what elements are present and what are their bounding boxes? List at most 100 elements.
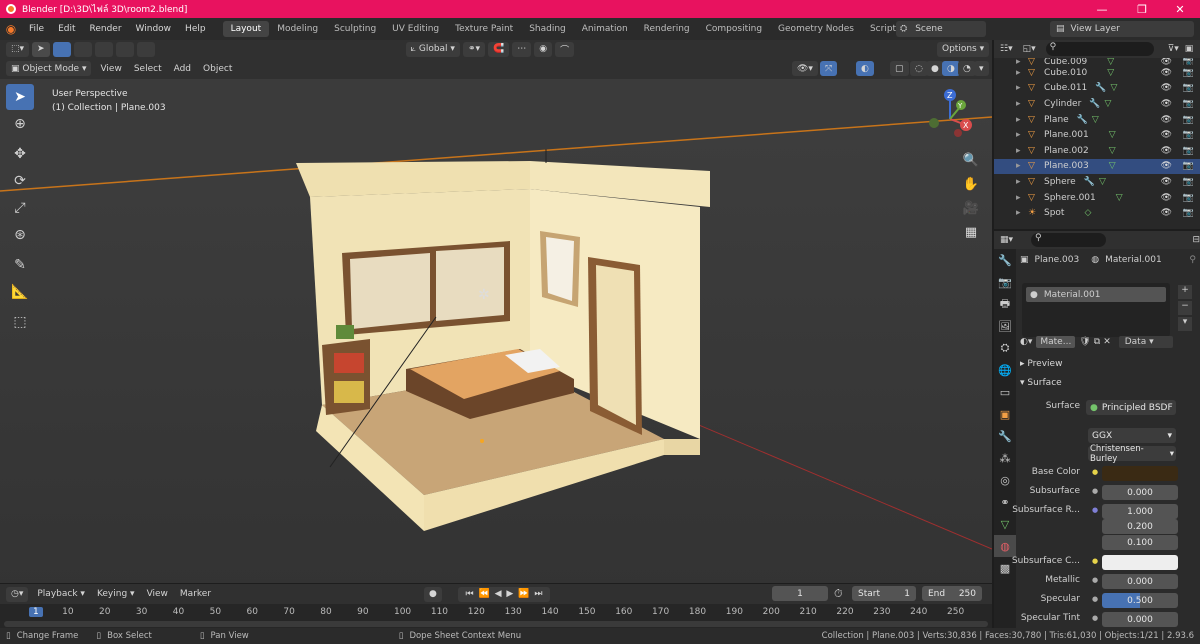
outliner-row[interactable]: ▸ ▽ Cube.010 ▽ 👁 📷 bbox=[994, 65, 1200, 81]
prev-key-icon[interactable]: ⏪ bbox=[478, 589, 489, 599]
modifier-tab-icon[interactable]: 🔧 bbox=[994, 425, 1016, 447]
tab-rendering[interactable]: Rendering bbox=[636, 21, 698, 37]
menu-keying[interactable]: Keying ▾ bbox=[91, 589, 141, 599]
render-camera-icon[interactable]: 📷 bbox=[1183, 99, 1194, 109]
select-mode-intersect-icon[interactable] bbox=[136, 41, 155, 57]
pin-icon[interactable]: ⊟ bbox=[1192, 235, 1200, 245]
outliner-row[interactable]: ▸ ▽ Sphere.001 ▽ 👁 📷 bbox=[994, 190, 1200, 206]
menu-marker[interactable]: Marker bbox=[174, 589, 217, 599]
tool-tab-icon[interactable]: 🔧 bbox=[994, 249, 1016, 271]
eye-icon[interactable]: 👁 bbox=[1161, 146, 1172, 156]
preview-panel-header[interactable]: ▸ Preview bbox=[1020, 359, 1062, 369]
select-mode-extend-icon[interactable] bbox=[73, 41, 92, 57]
material-slot-item[interactable]: ● Material.001 bbox=[1026, 287, 1166, 302]
menu-select[interactable]: Select bbox=[128, 64, 168, 74]
outliner-row[interactable]: ▸ ▽ Plane.002 ▽ 👁 📷 bbox=[994, 143, 1200, 159]
add-cube-tool-icon[interactable]: ⬚ bbox=[6, 309, 34, 335]
options-dropdown[interactable]: Options ▾ bbox=[937, 41, 990, 57]
scale-tool-icon[interactable]: ⤢ bbox=[6, 195, 34, 221]
tab-modeling[interactable]: Modeling bbox=[269, 21, 326, 37]
render-camera-icon[interactable]: 📷 bbox=[1183, 193, 1194, 203]
tab-shading[interactable]: Shading bbox=[521, 21, 574, 37]
bsdf-value-field[interactable]: 0.100 bbox=[1102, 535, 1178, 550]
distribution-dropdown[interactable]: GGX ▾ bbox=[1088, 428, 1176, 443]
camera-view-icon[interactable]: 🎥 bbox=[958, 197, 984, 219]
minimize-button[interactable]: — bbox=[1082, 0, 1122, 18]
move-tool-icon[interactable]: ✥ bbox=[6, 141, 34, 167]
bsdf-value-field[interactable]: 0.000 bbox=[1102, 485, 1178, 500]
perspective-grid-icon[interactable]: ▦ bbox=[958, 221, 984, 243]
tab-geometry-nodes[interactable]: Geometry Nodes bbox=[770, 21, 862, 37]
transform-tool-icon[interactable]: ⊛ bbox=[6, 222, 34, 248]
jump-end-icon[interactable]: ⏭ bbox=[534, 589, 542, 599]
menu-object[interactable]: Object bbox=[197, 64, 238, 74]
outliner-row[interactable]: ▸ ▽ Plane.003 ▽ 👁 📷 bbox=[994, 158, 1200, 175]
tab-layout[interactable]: Layout bbox=[222, 21, 270, 37]
tab-compositing[interactable]: Compositing bbox=[698, 21, 770, 37]
outliner-row[interactable]: ▸ ▽ Plane 🔧 ▽ 👁 📷 bbox=[994, 112, 1200, 128]
data-tab-icon[interactable]: ▽ bbox=[994, 513, 1016, 535]
eye-icon[interactable]: 👁 bbox=[1161, 68, 1172, 78]
3d-viewport[interactable]: ✲ Z X Y 🔍 ✋ 🎥 ▦ bbox=[0, 79, 992, 583]
outliner-editor-icon[interactable]: ☷▾ bbox=[1000, 44, 1013, 54]
render-camera-icon[interactable]: 📷 bbox=[1183, 161, 1194, 171]
menu-view[interactable]: View bbox=[94, 64, 127, 74]
shading-options-icon[interactable]: ▾ bbox=[974, 61, 989, 76]
select-box-tool-icon[interactable]: ➤ bbox=[6, 84, 34, 110]
outliner-row[interactable]: ▸ ☀ Spot ◇ 👁 📷 bbox=[994, 205, 1200, 221]
expand-arrow-icon[interactable]: ▸ bbox=[1016, 115, 1021, 125]
eye-icon[interactable]: 👁 bbox=[1161, 83, 1172, 93]
surface-shader-field[interactable]: ● Principled BSDF bbox=[1086, 400, 1176, 415]
pin-icon[interactable]: ⚲ bbox=[1189, 255, 1196, 265]
end-frame-field[interactable]: End 250 bbox=[922, 586, 982, 601]
maximize-button[interactable]: ❐ bbox=[1122, 0, 1162, 18]
mode-dropdown[interactable]: ▣ Object Mode ▾ bbox=[6, 61, 92, 76]
editor-type-icon[interactable]: ⬚▾ bbox=[6, 41, 30, 57]
menu-file[interactable]: File bbox=[22, 24, 51, 34]
expand-arrow-icon[interactable]: ▸ bbox=[1016, 83, 1021, 93]
proportional-edit-icon[interactable]: ◉ bbox=[534, 41, 553, 57]
gizmo-toggle-icon[interactable]: ⤧ bbox=[820, 61, 838, 76]
expand-arrow-icon[interactable]: ▸ bbox=[1016, 146, 1021, 156]
outliner-row[interactable]: ▸ ▽ Sphere 🔧 ▽ 👁 📷 bbox=[994, 174, 1200, 190]
menu-edit[interactable]: Edit bbox=[51, 24, 82, 34]
measure-tool-icon[interactable]: 📐 bbox=[6, 279, 34, 305]
expand-arrow-icon[interactable]: ▸ bbox=[1016, 177, 1021, 187]
tab-texture-paint[interactable]: Texture Paint bbox=[447, 21, 521, 37]
material-browse-icon[interactable]: ◐▾ bbox=[1020, 337, 1032, 347]
xray-toggle-icon[interactable]: ▢ bbox=[890, 61, 909, 76]
close-button[interactable]: ✕ bbox=[1160, 0, 1200, 18]
render-camera-icon[interactable]: 📷 bbox=[1183, 68, 1194, 78]
base-color-swatch[interactable] bbox=[1102, 466, 1178, 481]
snap-icon[interactable]: 🧲 bbox=[488, 41, 510, 57]
particles-tab-icon[interactable]: ⁂ bbox=[994, 447, 1016, 469]
select-mode-new-icon[interactable] bbox=[52, 41, 71, 57]
bsdf-value-field[interactable]: 1.000 bbox=[1102, 504, 1178, 519]
expand-arrow-icon[interactable]: ▸ bbox=[1016, 161, 1021, 171]
duplicate-material-icon[interactable]: ⧉ bbox=[1094, 337, 1100, 347]
outliner-search-input[interactable]: ⚲ bbox=[1045, 42, 1154, 56]
unlink-material-icon[interactable]: ✕ bbox=[1103, 337, 1111, 347]
pan-hand-icon[interactable]: ✋ bbox=[958, 173, 984, 195]
render-camera-icon[interactable]: 📷 bbox=[1183, 130, 1194, 140]
select-mode-invert-icon[interactable] bbox=[115, 41, 134, 57]
menu-view-timeline[interactable]: View bbox=[141, 589, 174, 599]
world-tab-icon[interactable]: 🌐 bbox=[994, 359, 1016, 381]
overlay-toggle-icon[interactable]: ◐ bbox=[856, 61, 874, 76]
render-camera-icon[interactable]: 📷 bbox=[1183, 83, 1194, 93]
subsurface-method-dropdown[interactable]: Christensen-Burley ▾ bbox=[1088, 444, 1176, 464]
play-reverse-icon[interactable]: ◀ bbox=[495, 589, 502, 599]
visibility-icon[interactable]: 👁▾ bbox=[792, 61, 818, 76]
stopwatch-icon[interactable]: ⏱ bbox=[834, 587, 843, 601]
output-tab-icon[interactable]: 🖶 bbox=[994, 293, 1016, 315]
link-dropdown[interactable]: Data ▾ bbox=[1118, 336, 1173, 348]
render-camera-icon[interactable]: 📷 bbox=[1183, 146, 1194, 156]
eye-icon[interactable]: 👁 bbox=[1161, 161, 1172, 171]
expand-arrow-icon[interactable]: ▸ bbox=[1016, 193, 1021, 203]
properties-editor-icon[interactable]: ▦▾ bbox=[1000, 235, 1013, 245]
display-mode-icon[interactable]: ◱▾ bbox=[1023, 44, 1036, 54]
expand-arrow-icon[interactable]: ▸ bbox=[1016, 58, 1021, 65]
bsdf-value-field[interactable]: 0.500 bbox=[1102, 593, 1178, 608]
jump-start-icon[interactable]: ⏮ bbox=[465, 589, 473, 599]
next-key-icon[interactable]: ⏩ bbox=[518, 589, 529, 599]
